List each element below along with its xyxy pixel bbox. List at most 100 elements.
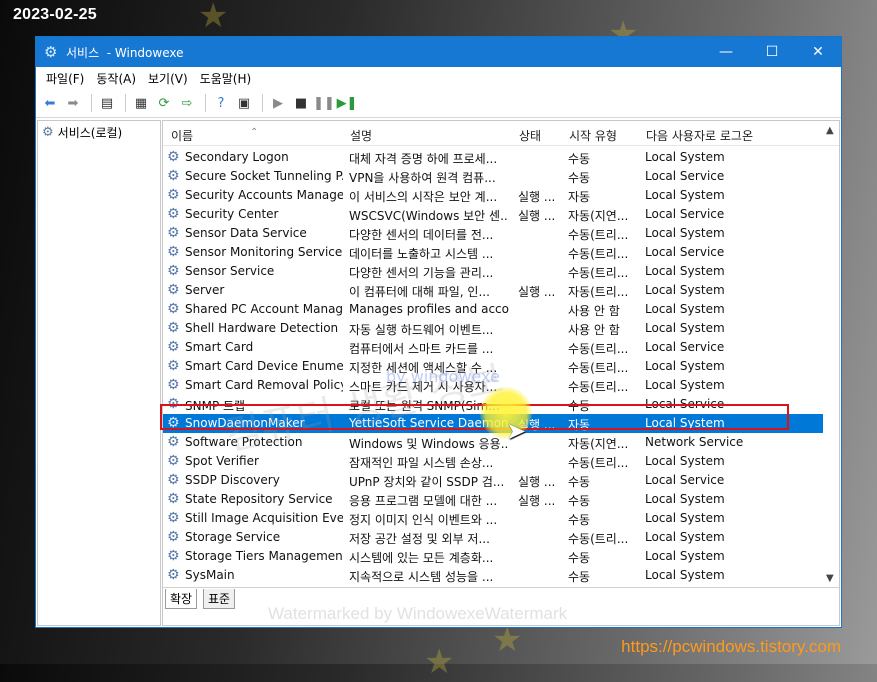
vertical-scrollbar[interactable]: ▲ ▼	[823, 121, 839, 588]
service-logon-as: Local System	[645, 416, 725, 430]
service-name: Security Accounts Manager	[185, 188, 343, 202]
gear-icon: ⚙	[167, 206, 180, 222]
sort-ascending-icon: ⌃	[250, 127, 259, 138]
service-description: 저장 공간 설정 및 외부 저...	[349, 532, 490, 546]
column-header-name[interactable]: 이름	[171, 127, 193, 144]
show-hide-pane-icon[interactable]: ▣	[234, 93, 254, 113]
service-logon-as: Local Service	[645, 207, 725, 221]
gear-icon: ⚙	[167, 548, 180, 564]
menu-view[interactable]: 보기(V)	[142, 70, 194, 87]
gear-icon: ⚙	[167, 491, 180, 507]
service-name: SSDP Discovery	[185, 473, 280, 487]
services-window: ⚙ 서비스 - Windowexe — ☐ ✕ 파일(F) 동작(A) 보기(V…	[35, 36, 842, 628]
forward-arrow-icon[interactable]: ➡	[63, 93, 83, 113]
service-name: Still Image Acquisition Eve...	[185, 511, 343, 525]
gear-icon: ⚙	[167, 282, 180, 298]
service-logon-as: Local System	[645, 378, 725, 392]
service-logon-as: Local System	[645, 302, 725, 316]
console-tree: ⚙ 서비스(로컬)	[37, 120, 161, 626]
properties-icon[interactable]: ▦	[131, 93, 151, 113]
gear-icon: ⚙	[167, 225, 180, 241]
column-header-description[interactable]: 설명	[350, 127, 372, 144]
service-description: 지속적으로 시스템 성능을 ...	[349, 570, 494, 584]
export-list-icon[interactable]: ⇨	[177, 93, 197, 113]
column-header-startup-type[interactable]: 시작 유형	[569, 127, 617, 144]
service-startup-type: 수동	[568, 475, 591, 489]
service-description: VPN을 사용하여 원격 컴퓨...	[349, 171, 496, 185]
service-status: 실행 ...	[518, 209, 556, 223]
restart-service-icon[interactable]: ▶❚	[337, 93, 358, 113]
console-tree-icon[interactable]: ▤	[97, 93, 117, 113]
title-bar[interactable]: ⚙ 서비스 - Windowexe — ☐ ✕	[36, 37, 841, 67]
gear-icon: ⚙	[167, 301, 180, 317]
back-arrow-icon[interactable]: ⬅	[40, 93, 60, 113]
service-row[interactable]: ⚙ Still Image Acquisition Eve... 정지 이미지 인식…	[163, 509, 823, 528]
service-name: Sensor Monitoring Service	[185, 245, 343, 259]
service-logon-as: Local System	[645, 150, 725, 164]
gear-icon: ⚙	[167, 567, 180, 583]
service-description: 응용 프로그램 모델에 대한 ...	[349, 494, 498, 508]
service-name: State Repository Service	[185, 492, 333, 506]
service-logon-as: Network Service	[645, 435, 744, 449]
service-startup-type: 수동	[568, 551, 591, 565]
tab-extended[interactable]: 확장	[165, 589, 198, 609]
gear-icon: ⚙	[167, 510, 180, 526]
refresh-icon[interactable]: ⟳	[154, 93, 174, 113]
service-startup-type: 자동(지연...	[568, 209, 629, 223]
site-url: https://pcwindows.tistory.com	[621, 637, 841, 656]
service-startup-type: 수동	[568, 494, 591, 508]
gear-icon: ⚙	[167, 187, 180, 203]
service-row[interactable]: ⚙ Storage Tiers Management 시스템에 있는 모든 계층화.…	[163, 547, 823, 566]
service-row[interactable]: ⚙ Server 이 컴퓨터에 대해 파일, 인... 실행 ... 자동(트리... L…	[163, 281, 823, 300]
menu-action[interactable]: 동작(A)	[90, 70, 142, 87]
service-row[interactable]: ⚙ Security Accounts Manager 이 서비스의 시작은 보안 …	[163, 186, 823, 205]
scroll-down-icon[interactable]: ▼	[826, 573, 834, 584]
menu-bar: 파일(F) 동작(A) 보기(V) 도움말(H)	[36, 67, 841, 89]
close-button[interactable]: ✕	[795, 37, 841, 67]
service-name: SysMain	[185, 568, 235, 582]
watermark-by: by windowexe	[386, 367, 500, 386]
gear-icon: ⚙	[167, 529, 180, 545]
service-startup-type: 수동(트리...	[568, 361, 629, 375]
service-name: Shared PC Account Manager	[185, 302, 343, 316]
service-row[interactable]: ⚙ Sensor Monitoring Service 데이터를 노출하고 시스템 …	[163, 243, 823, 262]
tab-standard[interactable]: 표준	[203, 589, 236, 609]
gear-icon: ⚙	[167, 358, 180, 374]
service-row[interactable]: ⚙ Secondary Logon 대체 자격 증명 하에 프로세... 수동 Loca…	[163, 148, 823, 167]
gear-icon: ⚙	[167, 396, 180, 412]
service-row[interactable]: ⚙ SysMain 지속적으로 시스템 성능을 ... 수동 Local System	[163, 566, 823, 585]
service-row[interactable]: ⚙ Storage Service 저장 공간 설정 및 외부 저... 수동(트리.…	[163, 528, 823, 547]
menu-file[interactable]: 파일(F)	[40, 70, 90, 87]
service-row[interactable]: ⚙ Shell Hardware Detection 자동 실행 하드웨어 이벤트.…	[163, 319, 823, 338]
start-service-icon[interactable]: ▶	[268, 93, 288, 113]
service-logon-as: Local System	[645, 359, 725, 373]
column-header-status[interactable]: 상태	[519, 127, 541, 144]
service-row[interactable]: ⚙ Sensor Service 다양한 센서의 기능을 관리... 수동(트리...…	[163, 262, 823, 281]
minimize-button[interactable]: —	[703, 37, 749, 67]
service-logon-as: Local System	[645, 226, 725, 240]
help-icon[interactable]: ?	[211, 93, 231, 113]
gear-icon: ⚙	[167, 320, 180, 336]
scroll-up-icon[interactable]: ▲	[826, 125, 834, 136]
service-logon-as: Local System	[645, 568, 725, 582]
maximize-button[interactable]: ☐	[749, 37, 795, 67]
service-row[interactable]: ⚙ Security Center WSCSVC(Windows 보안 센... 실행…	[163, 205, 823, 224]
pause-service-icon[interactable]: ❚❚	[313, 93, 335, 113]
tree-node-services-local[interactable]: ⚙ 서비스(로컬)	[38, 121, 160, 144]
service-row[interactable]: ⚙ Sensor Data Service 다양한 센서의 데이터를 전... 수동(…	[163, 224, 823, 243]
service-status: 실행 ...	[518, 190, 556, 204]
service-startup-type: 수동	[568, 570, 591, 584]
service-logon-as: Local System	[645, 492, 725, 506]
service-row[interactable]: ⚙ Secure Socket Tunneling P... VPN을 사용하여 원…	[163, 167, 823, 186]
service-name: Secure Socket Tunneling P...	[185, 169, 343, 183]
service-status: 실행 ...	[518, 494, 556, 508]
service-row[interactable]: ⚙ State Repository Service 응용 프로그램 모델에 대한 …	[163, 490, 823, 509]
service-row[interactable]: ⚙ SSDP Discovery UPnP 장치와 같이 SSDP 검... 실행 .…	[163, 471, 823, 490]
menu-help[interactable]: 도움말(H)	[194, 70, 258, 87]
service-row[interactable]: ⚙ Shared PC Account Manager Manages profil…	[163, 300, 823, 319]
stop-service-icon[interactable]: ■	[291, 93, 311, 113]
service-description: Windows 및 Windows 응용...	[349, 437, 509, 451]
service-description: 다양한 센서의 기능을 관리...	[349, 266, 494, 280]
column-header-logon-as[interactable]: 다음 사용자로 로그온	[646, 127, 753, 144]
service-name: Server	[185, 283, 225, 297]
